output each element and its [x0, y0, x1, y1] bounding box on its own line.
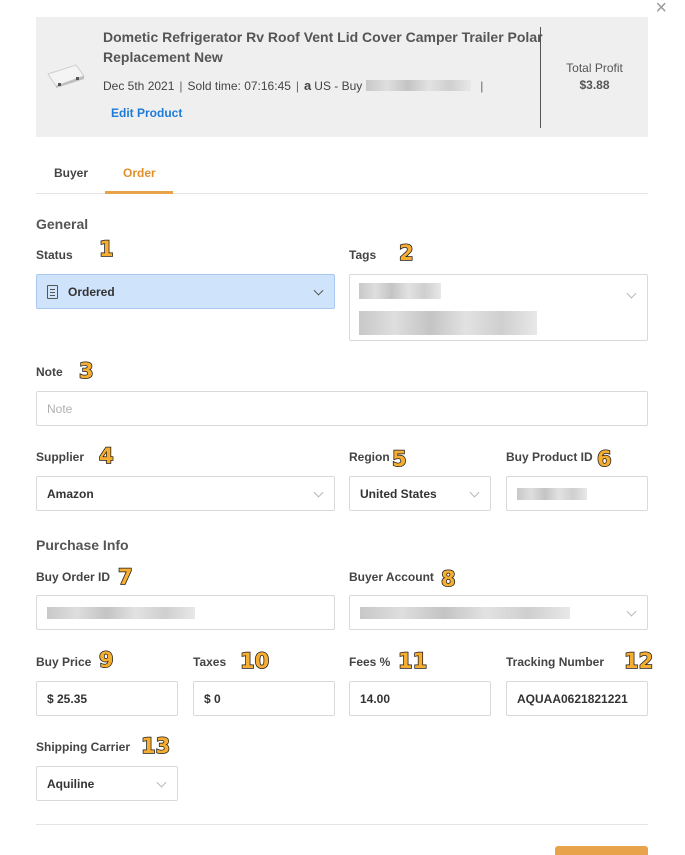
redacted-tag [359, 283, 441, 299]
note-placeholder: Note [47, 401, 73, 416]
status-label: Status [36, 248, 73, 262]
marker-6: 6 [596, 447, 612, 471]
chevron-down-icon [626, 288, 637, 299]
marker-5: 5 [391, 447, 407, 471]
product-meta: Dec 5th 2021 | Sold time: 07:16:45 | a U… [103, 78, 484, 93]
amazon-a-icon: a [304, 78, 312, 93]
marker-10: 10 [239, 649, 270, 673]
tracking-number-value: AQUAA0621821221 [517, 691, 628, 706]
fees-value: 14.00 [360, 691, 391, 706]
supplier-select[interactable]: Amazon [36, 476, 335, 511]
buy-price-value: $ 25.35 [47, 691, 88, 706]
taxes-label: Taxes [193, 655, 227, 669]
taxes-input[interactable]: $ 0 [193, 681, 335, 716]
save-button[interactable] [555, 846, 648, 855]
redacted-buyer-account [360, 606, 570, 619]
marker-3: 3 [78, 359, 94, 383]
marker-9: 9 [98, 648, 114, 672]
product-header: Dometic Refrigerator Rv Roof Vent Lid Co… [36, 17, 648, 137]
tracking-number-label: Tracking Number [506, 655, 605, 669]
buyer-account-select[interactable] [349, 595, 648, 630]
redacted-tag [359, 311, 537, 335]
shipping-carrier-value: Aquiline [47, 776, 95, 791]
chevron-down-icon [626, 606, 637, 617]
marker-1: 1 [98, 237, 114, 261]
sold-time: Sold time: 07:16:45 [187, 78, 291, 93]
marker-11: 11 [397, 649, 428, 673]
buy-order-id-input[interactable] [36, 595, 335, 630]
buy-price-label: Buy Price [36, 655, 92, 669]
tab-buyer[interactable]: Buyer [54, 166, 88, 180]
close-icon[interactable]: × [655, 0, 667, 18]
product-title: Dometic Refrigerator Rv Roof Vent Lid Co… [103, 29, 543, 65]
fees-input[interactable]: 14.00 [349, 681, 491, 716]
marketplace: US - Buy [314, 78, 363, 93]
marker-2: 2 [398, 241, 414, 265]
chevron-down-icon [313, 487, 324, 498]
shipping-carrier-label: Shipping Carrier [36, 740, 131, 754]
buy-price-input[interactable]: $ 25.35 [36, 681, 178, 716]
total-profit-value: $3.88 [579, 78, 610, 92]
buy-order-id-label: Buy Order ID [36, 570, 111, 584]
tags-select[interactable] [349, 274, 648, 341]
supplier-label: Supplier [36, 450, 85, 464]
status-select[interactable]: Ordered [36, 274, 335, 309]
marker-13: 13 [140, 734, 171, 758]
shipping-carrier-select[interactable]: Aquiline [36, 766, 178, 801]
buy-product-id-label: Buy Product ID [506, 450, 593, 464]
order-modal: × Dometic Refrigerator Rv Roof Vent Lid … [0, 0, 685, 855]
redacted-buyer [366, 80, 472, 91]
status-value: Ordered [68, 284, 115, 299]
fees-label: Fees % [349, 655, 391, 669]
edit-product-link[interactable]: Edit Product [111, 106, 182, 120]
product-thumbnail [47, 64, 85, 88]
region-label: Region [349, 450, 390, 464]
marker-12: 12 [623, 649, 654, 673]
purchase-info-heading: Purchase Info [36, 537, 129, 553]
footer-divider [36, 824, 648, 825]
chevron-down-icon [469, 487, 480, 498]
chevron-down-icon [313, 285, 324, 296]
active-tab-indicator [105, 191, 173, 194]
supplier-value: Amazon [47, 486, 94, 501]
taxes-value: $ 0 [204, 691, 221, 706]
general-heading: General [36, 216, 89, 232]
chevron-down-icon [156, 777, 167, 788]
buyer-account-label: Buyer Account [349, 570, 434, 584]
marker-4: 4 [98, 444, 114, 468]
note-input[interactable]: Note [36, 391, 648, 426]
note-label: Note [36, 365, 63, 379]
redacted-product-id [517, 487, 587, 500]
tags-label: Tags [349, 248, 377, 262]
redacted-order-id [47, 606, 195, 619]
tab-bar: Buyer Order [36, 154, 648, 194]
region-value: United States [360, 486, 437, 501]
region-select[interactable]: United States [349, 476, 491, 511]
total-profit-label: Total Profit [566, 61, 623, 75]
marker-7: 7 [117, 565, 133, 589]
clipboard-icon [47, 284, 58, 299]
buy-product-id-input[interactable] [506, 476, 648, 511]
order-date: Dec 5th 2021 [103, 78, 175, 93]
marker-8: 8 [440, 567, 456, 591]
tab-order[interactable]: Order [123, 166, 156, 180]
tracking-number-input[interactable]: AQUAA0621821221 [506, 681, 648, 716]
